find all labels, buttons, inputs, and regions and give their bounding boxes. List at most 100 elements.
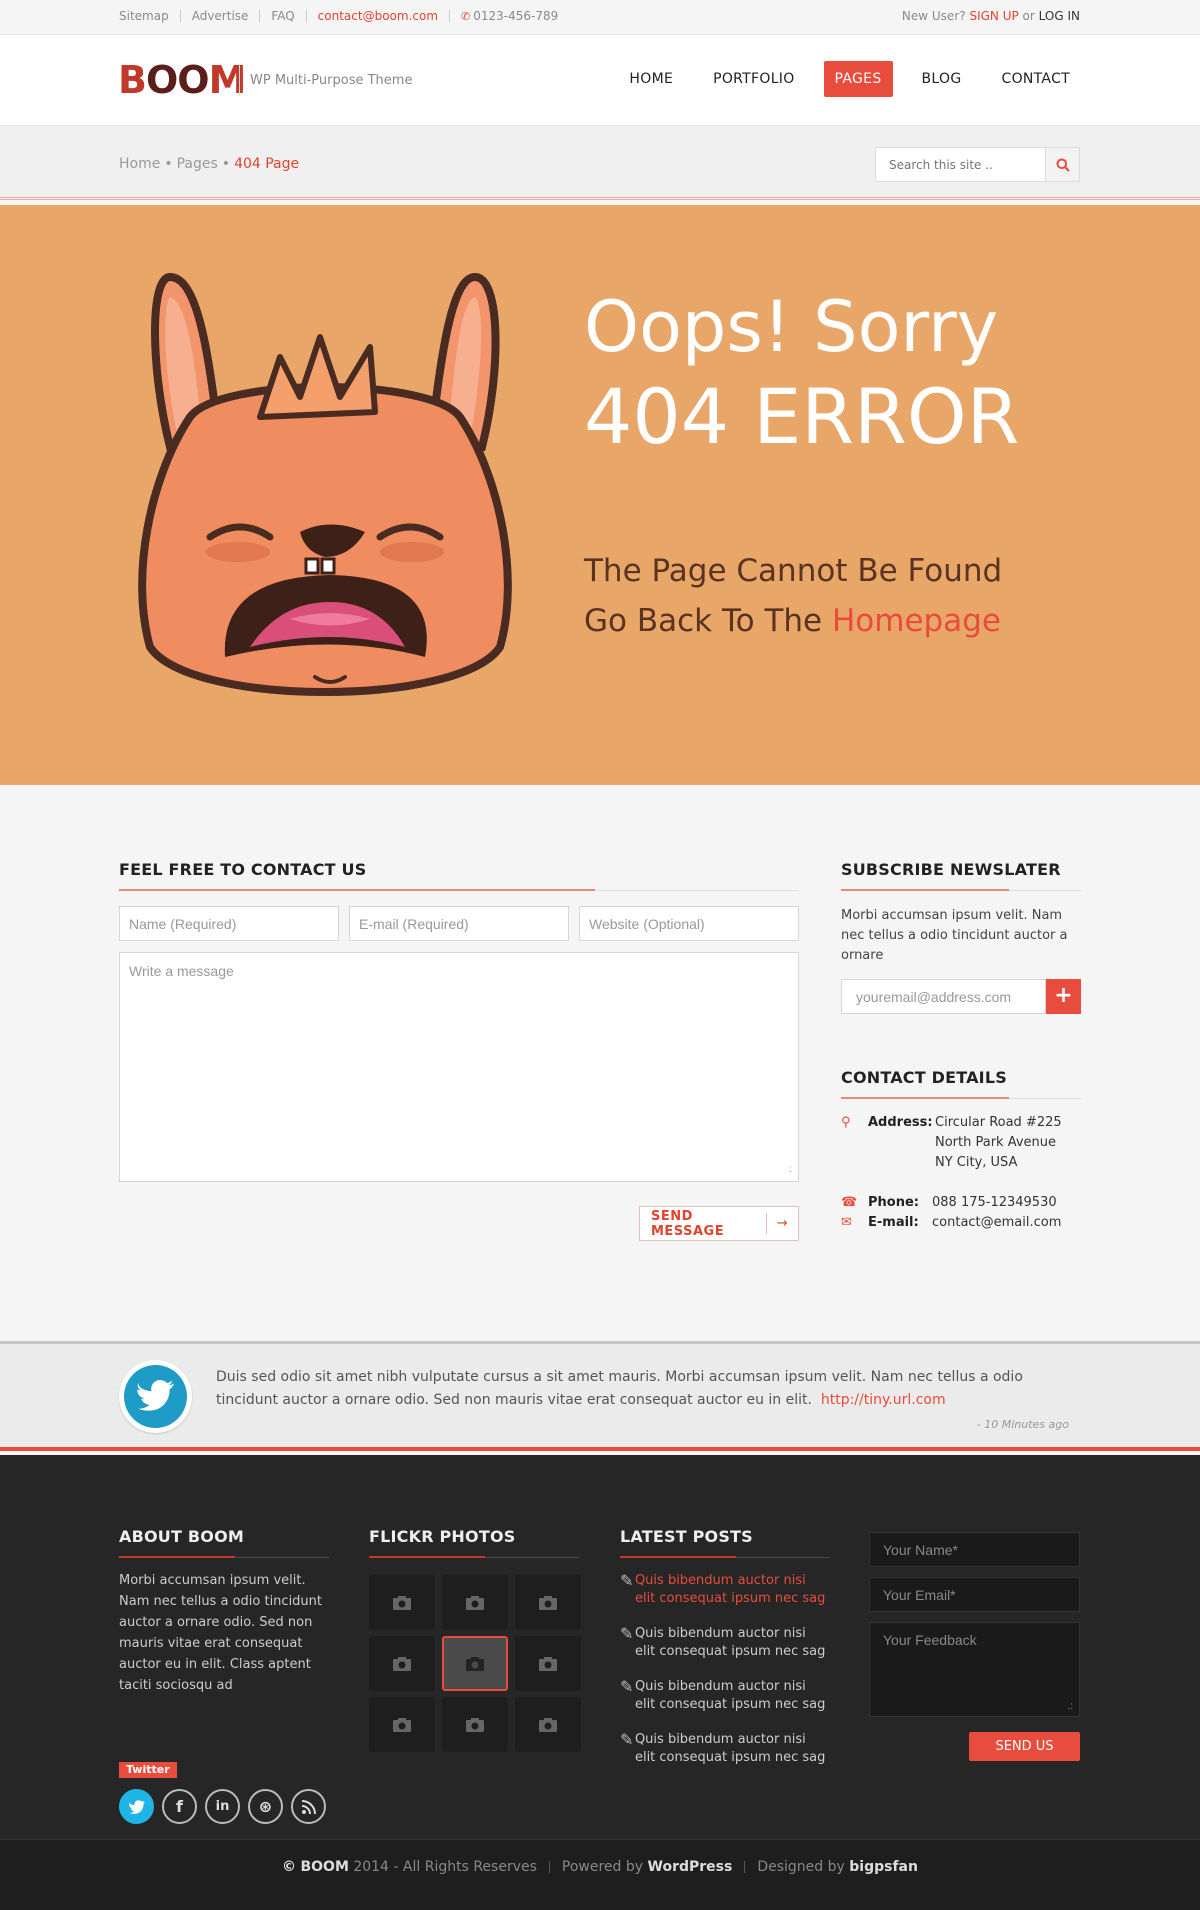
phone-icon: ✆	[461, 9, 471, 23]
title-underline	[369, 1556, 579, 1558]
flickr-title: FLICKR PHOTOS	[369, 1527, 516, 1546]
flickr-photo[interactable]	[442, 1575, 508, 1630]
sitemap-link[interactable]: Sitemap	[119, 9, 169, 23]
flickr-photo[interactable]	[369, 1575, 435, 1630]
phone-value: 088 175-12349530	[932, 1195, 1057, 1210]
camera-icon	[466, 1595, 484, 1610]
designer-link[interactable]: bigpsfan	[849, 1859, 918, 1875]
facebook-icon: f	[176, 1797, 183, 1816]
post-title: Quis bibendum auctor nisi elit consequat…	[634, 1626, 826, 1659]
post-item[interactable]: ✎ Quis bibendum auctor nisi elit consequa…	[620, 1572, 830, 1608]
posts-title: LATEST POSTS	[620, 1527, 753, 1546]
newsletter-title: SUBSCRIBE NEWSLATER	[841, 860, 1061, 879]
auth-links: New User? SIGN UP or LOG IN	[902, 9, 1080, 23]
email-value[interactable]: contact@email.com	[932, 1213, 1061, 1233]
email-field[interactable]: E-mail (Required)	[349, 906, 569, 941]
send-feedback-button[interactable]: SEND US	[969, 1732, 1080, 1761]
faq-link[interactable]: FAQ	[271, 9, 294, 23]
nav-portfolio[interactable]: PORTFOLIO	[702, 61, 805, 97]
post-item[interactable]: ✎ Quis bibendum auctor nisi elit consequa…	[620, 1678, 830, 1714]
flickr-photo-selected[interactable]	[442, 1636, 508, 1691]
website-field[interactable]: Website (Optional)	[579, 906, 799, 941]
post-item[interactable]: ✎ Quis bibendum auctor nisi elit consequa…	[620, 1731, 830, 1767]
breadcrumb: Home • Pages • 404 Page	[119, 156, 299, 172]
linkedin-social-icon[interactable]: in	[205, 1789, 240, 1824]
rss-social-icon[interactable]	[291, 1789, 326, 1824]
error-code: 404 ERROR	[584, 372, 1020, 461]
post-title: Quis bibendum auctor nisi elit consequat…	[634, 1732, 826, 1765]
logo[interactable]: BOOM	[118, 58, 246, 102]
facebook-social-icon[interactable]: f	[162, 1789, 197, 1824]
pen-icon: ✎	[620, 1677, 634, 1696]
nav-contact[interactable]: CONTACT	[991, 61, 1082, 97]
address-line: NY City, USA	[935, 1155, 1018, 1170]
homepage-link[interactable]: Homepage	[832, 603, 1001, 639]
twitter-social-icon[interactable]	[119, 1789, 154, 1824]
camera-icon	[466, 1717, 484, 1732]
name-field[interactable]: Name (Required)	[119, 906, 339, 941]
flickr-photo[interactable]	[369, 1636, 435, 1691]
feedback-textarea[interactable]: Your Feedback.:	[869, 1622, 1080, 1717]
newsletter-email-input[interactable]: youremail@address.com	[841, 979, 1046, 1014]
copyright-text: 2014 - All Rights Reserves	[353, 1859, 537, 1875]
address-row: ⚲ Address: Circular Road #225 North Park …	[841, 1113, 1081, 1173]
copyright-symbol: ©	[282, 1859, 297, 1875]
message-placeholder: Write a message	[129, 963, 234, 979]
tweet-timestamp: - 10 Minutes ago	[976, 1418, 1069, 1431]
search-input[interactable]	[876, 148, 1045, 181]
social-links: f in ⊛	[119, 1789, 326, 1824]
message-textarea[interactable]: Write a message .:	[119, 952, 799, 1182]
email-label: E-mail:	[868, 1215, 919, 1230]
send-message-button[interactable]: SEND MESSAGE →	[639, 1206, 799, 1241]
subscribe-button[interactable]: +	[1046, 979, 1081, 1014]
pen-icon: ✎	[620, 1730, 634, 1749]
nav-home[interactable]: HOME	[618, 61, 684, 97]
contact-title: FEEL FREE TO CONTACT US	[119, 860, 367, 879]
resize-handle-icon[interactable]: .:	[788, 1164, 791, 1175]
feedback-email-field[interactable]: Your Email*	[869, 1577, 1080, 1612]
search-button[interactable]	[1045, 148, 1079, 181]
divider	[548, 1861, 550, 1873]
about-title-prefix: ABOUT	[119, 1527, 183, 1546]
tweet-link[interactable]: http://tiny.url.com	[821, 1392, 946, 1408]
signup-link[interactable]: SIGN UP	[969, 9, 1018, 23]
feedback-name-field[interactable]: Your Name*	[869, 1532, 1080, 1567]
footer-about: ABOUT BOOM Morbi accumsan ipsum velit. N…	[119, 1527, 329, 1824]
logo-letters: OO	[145, 58, 210, 102]
camera-icon	[539, 1717, 557, 1732]
post-item[interactable]: ✎ Quis bibendum auctor nisi elit consequa…	[620, 1625, 830, 1661]
email-link[interactable]: contact@boom.com	[318, 9, 438, 23]
main-nav: HOME PORTFOLIO PAGES BLOG CONTACT	[600, 61, 1081, 97]
flickr-photo[interactable]	[442, 1697, 508, 1752]
flickr-photo[interactable]	[515, 1575, 581, 1630]
flickr-photo[interactable]	[515, 1697, 581, 1752]
twitter-badge[interactable]	[119, 1360, 192, 1433]
pen-icon: ✎	[620, 1571, 634, 1590]
advertise-link[interactable]: Advertise	[192, 9, 249, 23]
wordpress-link[interactable]: WordPress	[648, 1859, 733, 1875]
flickr-photo[interactable]	[515, 1636, 581, 1691]
breadcrumb-home[interactable]: Home	[119, 156, 160, 172]
dribbble-social-icon[interactable]: ⊛	[248, 1789, 283, 1824]
tagline: WP Multi-Purpose Theme	[239, 64, 412, 96]
breadcrumb-pages[interactable]: Pages	[177, 156, 218, 172]
email-row: ✉ E-mail: contact@email.com	[841, 1213, 1081, 1233]
nav-pages[interactable]: PAGES	[823, 61, 893, 97]
arrow-right-icon: →	[766, 1213, 798, 1234]
back-home-text: Go Back To The	[584, 603, 823, 639]
map-pin-icon: ⚲	[841, 1115, 851, 1130]
sad-bunny-illustration	[138, 272, 512, 696]
powered-prefix: Powered by	[561, 1859, 644, 1875]
about-title-brand: BOOM	[187, 1527, 244, 1546]
title-underline	[119, 1556, 329, 1558]
camera-icon	[539, 1656, 557, 1671]
title-underline	[119, 889, 799, 891]
login-link[interactable]: LOG IN	[1039, 9, 1080, 23]
resize-handle-icon[interactable]: .:	[1067, 1701, 1073, 1712]
nav-blog[interactable]: BLOG	[911, 61, 973, 97]
twitter-bird-icon	[136, 1379, 174, 1411]
linkedin-icon: in	[215, 1799, 230, 1814]
twitter-feed-band: Duis sed odio sit amet nibh vulputate cu…	[0, 1341, 1200, 1451]
flickr-photo[interactable]	[369, 1697, 435, 1752]
divider	[449, 10, 451, 22]
